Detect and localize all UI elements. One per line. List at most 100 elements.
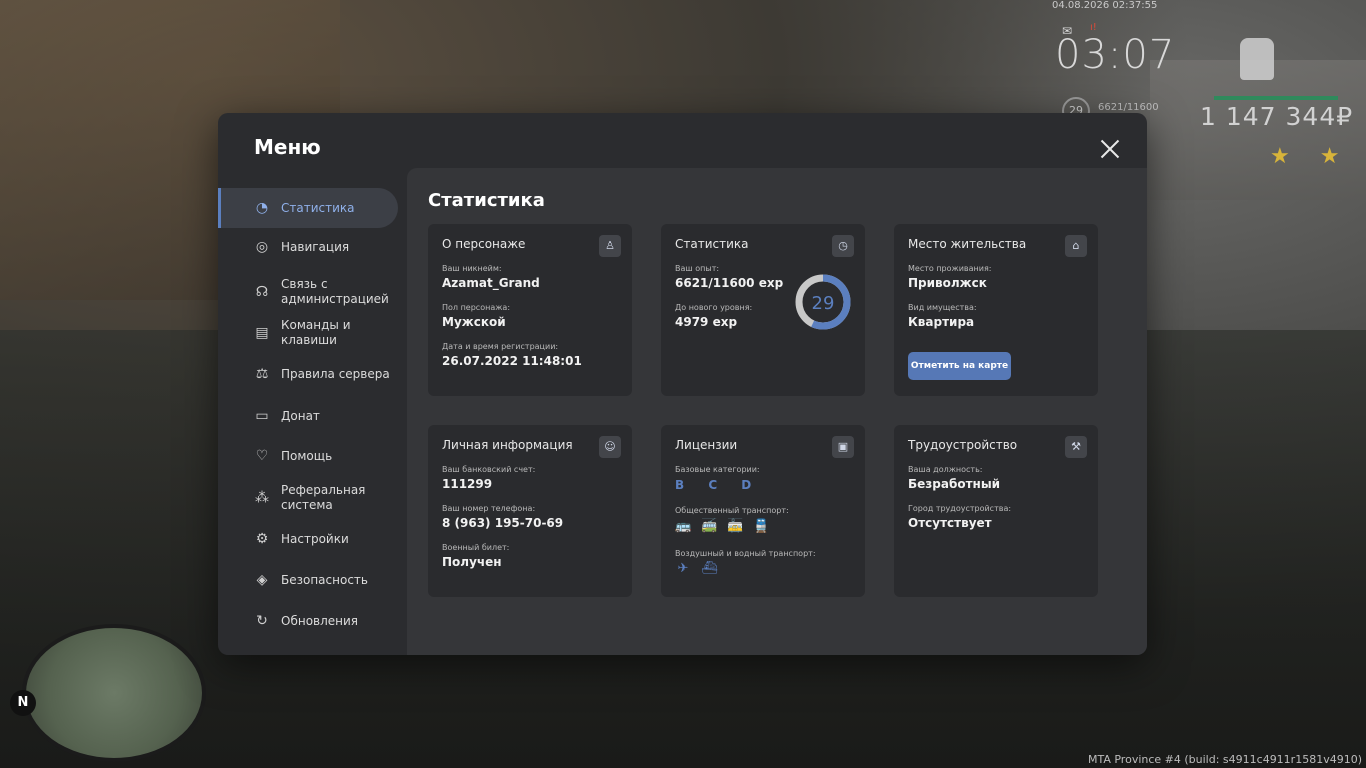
health-bar	[1214, 96, 1338, 100]
gender-label: Пол персонажа:	[442, 303, 511, 312]
content-panel: Статистика О персонаже ♙ Ваш никнейм: Az…	[407, 168, 1147, 655]
next-level-value: 4979 exp	[675, 315, 738, 329]
card-title: Место жительства	[908, 237, 1027, 251]
house-icon: ⌂	[1065, 235, 1087, 257]
sidebar-item-label: Реферальная система	[281, 483, 366, 512]
sidebar-item-label: Связь с администрацией	[281, 277, 389, 306]
card-title: Статистика	[675, 237, 749, 251]
property-label: Вид имущества:	[908, 303, 977, 312]
sidebar-item-settings[interactable]: ⚙ Настройки	[218, 525, 398, 553]
sidebar-item-label: Статистика	[281, 200, 355, 215]
property-value: Квартира	[908, 315, 975, 329]
air-water-label: Воздушный и водный транспорт:	[675, 549, 816, 558]
compass-icon: ◎	[255, 239, 269, 255]
card-job: Трудоустройство ⚒ Ваша должность: Безраб…	[894, 425, 1098, 597]
menu-modal: Меню ◔ Статистика ◎ Навигация ☊ Связь с …	[218, 113, 1147, 655]
train-icon: 🚆	[753, 519, 770, 534]
sidebar-item-statistics[interactable]: ◔ Статистика	[218, 188, 398, 228]
face-icon: ☺	[599, 436, 621, 458]
hammer-icon: ⚒	[1065, 436, 1087, 458]
phone-label: Ваш номер телефона:	[442, 504, 536, 513]
sidebar-item-help[interactable]: ♡ Помощь	[218, 442, 398, 470]
sidebar-item-navigation[interactable]: ◎ Навигация	[218, 233, 398, 261]
sidebar-item-label: Безопасность	[281, 572, 368, 587]
card-personal: Личная информация ☺ Ваш банковский счет:…	[428, 425, 632, 597]
military-label: Военный билет:	[442, 543, 510, 552]
base-categories-value: B C D	[675, 478, 762, 492]
hud-datetime: 04.08.2026 02:37:55	[1052, 0, 1158, 11]
card-residence: Место жительства ⌂ Место проживания: При…	[894, 224, 1098, 396]
shield-icon: ◈	[256, 572, 268, 588]
gender-value: Мужской	[442, 315, 506, 329]
tram-icon: 🚋	[727, 519, 744, 534]
card-stats: Статистика ◷ Ваш опыт: 6621/11600 exp До…	[661, 224, 865, 396]
bank-value: 111299	[442, 477, 493, 491]
boat-icon: ⛴	[701, 561, 718, 576]
exp-label: Ваш опыт:	[675, 264, 720, 273]
north-indicator: N	[10, 690, 36, 716]
sidebar-item-security[interactable]: ◈ Безопасность	[218, 566, 398, 594]
update-icon: ↻	[256, 613, 268, 629]
hud-clock: 03:07	[1055, 32, 1176, 78]
phone-value: 8 (963) 195-70-69	[442, 516, 564, 530]
job-city-value: Отсутствует	[908, 516, 992, 530]
build-info: MTA Province #4 (build: s4911c4911r1581v…	[1087, 753, 1362, 766]
reg-value: 26.07.2022 11:48:01	[442, 354, 582, 368]
bank-label: Ваш банковский счет:	[442, 465, 536, 474]
place-label: Место проживания:	[908, 264, 992, 273]
job-city-label: Город трудоустройства:	[908, 504, 1012, 513]
exp-value: 6621/11600 exp	[675, 276, 784, 290]
sidebar-item-commands[interactable]: ▤ Команды и клавиши	[218, 318, 398, 347]
reg-label: Дата и время регистрации:	[442, 342, 559, 351]
modal-title: Меню	[254, 135, 321, 159]
sidebar-item-donate[interactable]: ▭ Донат	[218, 402, 398, 430]
wallet-icon: ▭	[255, 408, 269, 424]
card-character: О персонаже ♙ Ваш никнейм: Azamat_Grand …	[428, 224, 632, 396]
level-ring-value: 29	[812, 293, 835, 314]
pie-chart-icon: ◔	[255, 200, 269, 216]
position-label: Ваша должность:	[908, 465, 983, 474]
user-icon: ♙	[599, 235, 621, 257]
military-value: Получен	[442, 555, 502, 569]
document-icon: ▤	[255, 325, 269, 341]
headset-icon: ☊	[255, 284, 269, 300]
sidebar-item-label: Команды и клавиши	[281, 318, 351, 347]
level-ring: 29	[795, 274, 851, 330]
heart-icon: ♡	[255, 448, 269, 464]
sidebar-item-label: Донат	[281, 408, 320, 423]
sidebar-item-label: Навигация	[281, 239, 350, 254]
bus-icon: 🚌	[675, 519, 692, 534]
nickname-value: Azamat_Grand	[442, 276, 540, 290]
referral-icon: ⁂	[255, 490, 269, 506]
nickname-label: Ваш никнейм:	[442, 264, 502, 273]
hud-money: 1 147 344₽	[1200, 102, 1354, 131]
card-title: О персонаже	[442, 237, 526, 251]
minimap	[22, 624, 206, 762]
sidebar-item-label: Настройки	[281, 531, 349, 546]
sidebar-item-label: Обновления	[281, 613, 359, 628]
sidebar-item-referral[interactable]: ⁂ Реферальная система	[218, 481, 398, 515]
hud-exp: 6621/11600	[1098, 102, 1159, 113]
scales-icon: ⚖	[255, 366, 269, 382]
wanted-stars: ★★	[1270, 144, 1366, 169]
plane-icon: ✈	[677, 561, 689, 576]
clock-icon: ◷	[832, 235, 854, 257]
public-transport-label: Общественный транспорт:	[675, 506, 789, 515]
sidebar-item-label: Помощь	[281, 448, 333, 463]
license-icon: ▣	[832, 436, 854, 458]
card-title: Лицензии	[675, 438, 738, 452]
position-value: Безработный	[908, 477, 1001, 491]
fist-icon	[1240, 38, 1274, 80]
card-title: Личная информация	[442, 438, 573, 452]
sidebar-item-label: Правила сервера	[281, 366, 390, 381]
card-licenses: Лицензии ▣ Базовые категории: B C D Обще…	[661, 425, 865, 597]
gear-icon: ⚙	[255, 531, 269, 547]
sidebar-item-updates[interactable]: ↻ Обновления	[218, 607, 398, 635]
sidebar-item-rules[interactable]: ⚖ Правила сервера	[218, 360, 398, 388]
sidebar-item-contact-admin[interactable]: ☊ Связь с администрацией	[218, 275, 398, 309]
mark-on-map-button[interactable]: Отметить на карте	[908, 352, 1011, 380]
close-button[interactable]	[1098, 137, 1122, 161]
next-level-label: До нового уровня:	[675, 303, 753, 312]
base-categories-label: Базовые категории:	[675, 465, 760, 474]
place-value: Приволжск	[908, 276, 987, 290]
